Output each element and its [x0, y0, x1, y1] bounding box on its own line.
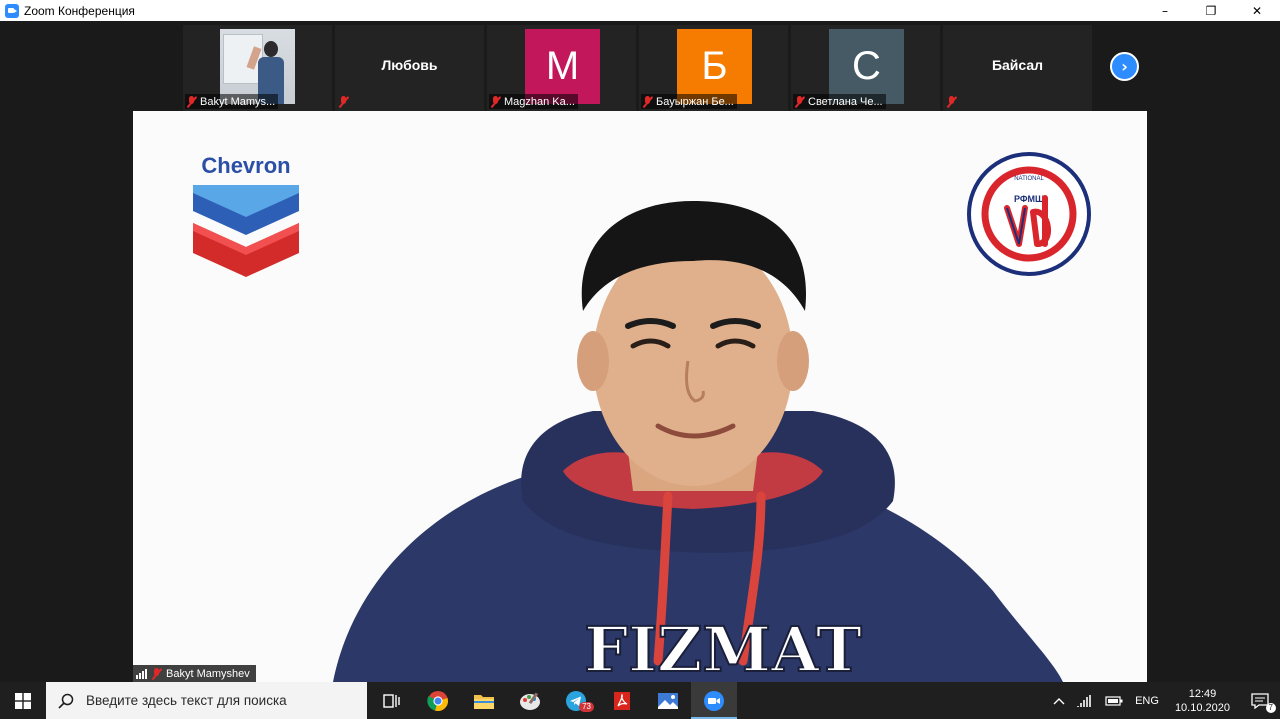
participant-video	[220, 29, 295, 104]
participant-display-name: Байсал	[991, 57, 1044, 73]
taskbar-zoom[interactable]	[691, 682, 737, 719]
battery-icon	[1105, 695, 1123, 706]
participant-label	[945, 94, 960, 109]
participant-name: Bakyt Mamys...	[200, 95, 276, 108]
taskbar-paint[interactable]	[507, 682, 553, 719]
windows-logo-icon	[15, 692, 31, 709]
telegram-unread-badge: 73	[579, 702, 594, 712]
mic-muted-icon	[794, 95, 805, 108]
photos-icon	[658, 692, 678, 709]
wifi-icon	[1077, 694, 1091, 707]
mic-muted-icon	[490, 95, 501, 108]
speaker-name-label: Bakyt Mamyshev	[133, 665, 256, 682]
participant-display-name: Любовь	[381, 57, 438, 73]
participant-label: Magzhan Ka...	[489, 94, 578, 109]
folder-icon	[474, 694, 494, 709]
participant-name: Magzhan Ka...	[504, 95, 575, 108]
taskbar-acrobat[interactable]	[599, 682, 645, 719]
mic-muted-icon	[151, 667, 162, 680]
search-placeholder: Введите здесь текст для поиска	[86, 693, 287, 708]
speaker-video[interactable]: Chevron NATIONAL РФМШ FIZMAT Bakyt Mamys…	[133, 111, 1147, 682]
clock[interactable]: 12:49 10.10.2020	[1165, 682, 1240, 719]
mic-muted-icon	[946, 95, 957, 108]
window-title-bar: Zoom Конференция – ❐ ✕	[0, 0, 1280, 21]
svg-text:FIZMAT: FIZMAT	[584, 613, 862, 682]
participant-avatar: M	[525, 29, 600, 104]
participant-avatar: С	[829, 29, 904, 104]
chevron-logo: Chevron	[191, 153, 301, 278]
window-controls: – ❐ ✕	[1142, 0, 1280, 21]
participant-thumbnail-magzhan[interactable]: M Magzhan Ka...	[487, 25, 636, 111]
battery-button[interactable]	[1099, 682, 1129, 719]
participant-label: Светлана Че...	[793, 94, 886, 109]
windows-taskbar: Введите здесь текст для поиска 73 ENG 12…	[0, 682, 1280, 719]
maximize-button[interactable]: ❐	[1188, 0, 1234, 21]
acrobat-icon	[614, 691, 630, 710]
participant-strip: Bakyt Mamys... Любовь M Magzhan Ka... Б …	[183, 25, 1092, 111]
participant-label	[337, 94, 352, 109]
window-title: Zoom Конференция	[24, 3, 135, 18]
participant-thumbnail-baisal[interactable]: Байсал	[943, 25, 1092, 111]
action-center-button[interactable]: 7	[1240, 682, 1280, 719]
taskbar-file-explorer[interactable]	[461, 682, 507, 719]
taskbar-search-box[interactable]: Введите здесь текст для поиска	[46, 682, 367, 719]
search-icon	[58, 693, 74, 709]
start-button[interactable]	[0, 682, 46, 719]
participant-thumbnail-bakyt[interactable]: Bakyt Mamys...	[183, 25, 332, 111]
close-button[interactable]: ✕	[1234, 0, 1280, 21]
taskbar-telegram[interactable]: 73	[553, 682, 599, 719]
minimize-button[interactable]: –	[1142, 0, 1188, 21]
participant-avatar: Б	[677, 29, 752, 104]
zoom-icon	[704, 690, 724, 711]
chrome-icon	[427, 690, 448, 711]
clock-time: 12:49	[1188, 687, 1217, 700]
task-view-button[interactable]	[369, 682, 415, 719]
task-view-icon	[383, 693, 400, 708]
paint-icon	[520, 692, 540, 710]
signal-strength-icon	[136, 668, 147, 679]
system-tray: ENG 12:49 10.10.2020 7	[1047, 682, 1280, 719]
participant-thumbnail-bauyrzhan[interactable]: Б Бауыржан Бе...	[639, 25, 788, 111]
participant-name: Бауыржан Бе...	[656, 95, 734, 108]
mic-muted-icon	[338, 95, 349, 108]
taskbar-photos[interactable]	[645, 682, 691, 719]
speaker-name: Bakyt Mamyshev	[166, 667, 250, 680]
network-button[interactable]	[1071, 682, 1099, 719]
notification-count-badge: 7	[1265, 703, 1276, 713]
zoom-app-icon	[5, 3, 19, 18]
participant-label: Бауыржан Бе...	[641, 94, 737, 109]
participant-name: Светлана Че...	[808, 95, 883, 108]
clock-date: 10.10.2020	[1174, 701, 1230, 714]
participant-thumbnail-svetlana[interactable]: С Светлана Че...	[791, 25, 940, 111]
next-participants-button[interactable]: ›	[1110, 52, 1139, 81]
participant-label: Bakyt Mamys...	[185, 94, 279, 109]
mic-muted-icon	[642, 95, 653, 108]
taskbar-chrome[interactable]	[415, 682, 461, 719]
chevron-up-icon	[1053, 697, 1065, 704]
mic-muted-icon	[186, 95, 197, 108]
input-language[interactable]: ENG	[1129, 682, 1165, 719]
participant-thumbnail-lyubov[interactable]: Любовь	[335, 25, 484, 111]
meeting-area: Bakyt Mamys... Любовь M Magzhan Ka... Б …	[0, 21, 1280, 682]
show-hidden-icons-button[interactable]	[1047, 682, 1071, 719]
speaker-person: FIZMAT	[333, 201, 1063, 682]
